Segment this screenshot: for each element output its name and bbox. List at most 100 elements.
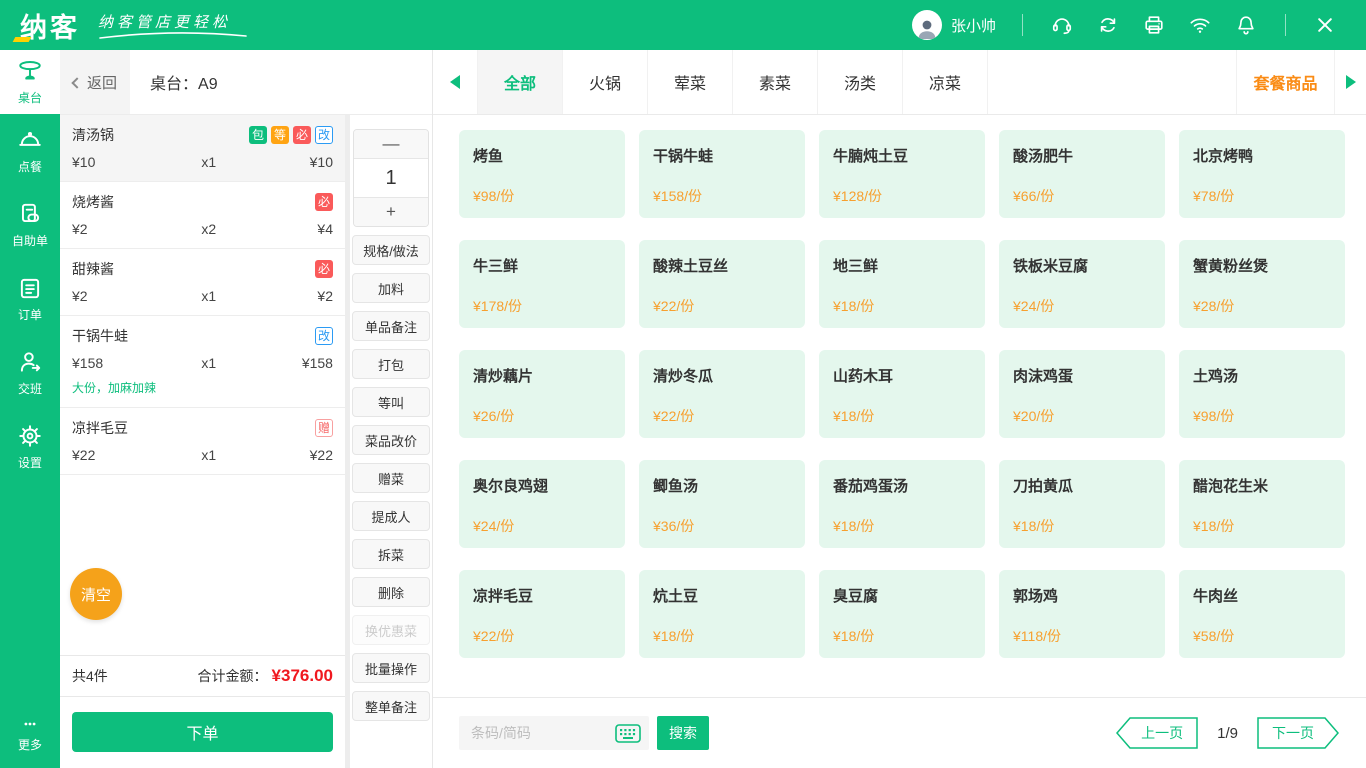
spec-method-button[interactable]: 规格/做法 (352, 235, 430, 265)
menu-item[interactable]: 番茄鸡蛋汤 ¥18/份 (819, 460, 985, 548)
keyboard-icon[interactable] (615, 724, 641, 743)
tab-hotpot[interactable]: 火锅 (562, 50, 647, 114)
sidebar: 桌台 点餐 自助单 订单 交班 设置 更多 (0, 50, 60, 768)
menu-item[interactable]: 清炒冬瓜 ¥22/份 (639, 350, 805, 438)
tab-combo[interactable]: 套餐商品 (1236, 50, 1334, 114)
menu-item[interactable]: 地三鲜 ¥18/份 (819, 240, 985, 328)
menu-item[interactable]: 烤鱼 ¥98/份 (459, 130, 625, 218)
gear-icon (19, 425, 41, 447)
quantity-value: 1 (354, 158, 428, 198)
search-button[interactable]: 搜索 (657, 716, 709, 750)
pagination: 上一页 1/9 下一页 (1115, 716, 1340, 750)
order-item[interactable]: 清汤锅 包 等 必 改 ¥10 x1 ¥10 (60, 115, 345, 182)
order-item[interactable]: 凉拌毛豆 赠 ¥22 x1 ¥22 (60, 408, 345, 475)
minus-button[interactable]: — (354, 130, 428, 158)
order-item[interactable]: 干锅牛蛙 改 ¥158 x1 ¥158 大份，加麻加辣 (60, 316, 345, 408)
split-dish-button[interactable]: 拆菜 (352, 539, 430, 569)
menu-item[interactable]: 牛三鲜 ¥178/份 (459, 240, 625, 328)
menu-item[interactable]: 酸辣土豆丝 ¥22/份 (639, 240, 805, 328)
clear-button[interactable]: 清空 (70, 568, 122, 620)
menu-item[interactable]: 鲫鱼汤 ¥36/份 (639, 460, 805, 548)
sidebar-item-shift[interactable]: 交班 (0, 336, 60, 410)
wifi-icon[interactable] (1188, 13, 1212, 37)
badge-required: 必 (292, 126, 311, 144)
item-remark-button[interactable]: 单品备注 (352, 311, 430, 341)
menu-item[interactable]: 干锅牛蛙 ¥158/份 (639, 130, 805, 218)
tab-vegetable[interactable]: 素菜 (732, 50, 817, 114)
menu-item[interactable]: 郭场鸡 ¥118/份 (999, 570, 1165, 658)
order-item[interactable]: 烧烤酱 必 ¥2 x2 ¥4 (60, 182, 345, 249)
menu-item[interactable]: 土鸡汤 ¥98/份 (1179, 350, 1345, 438)
menu-item[interactable]: 铁板米豆腐 ¥24/份 (999, 240, 1165, 328)
sidebar-item-order[interactable]: 点餐 (0, 114, 60, 188)
commission-button[interactable]: 提成人 (352, 501, 430, 531)
app-logo: 纳客 (14, 6, 80, 45)
add-ingredient-button[interactable]: 加料 (352, 273, 430, 303)
delete-button[interactable]: 删除 (352, 577, 430, 607)
menu-item[interactable]: 凉拌毛豆 ¥22/份 (459, 570, 625, 658)
submit-order-button[interactable]: 下单 (72, 712, 333, 752)
bell-icon[interactable] (1234, 13, 1258, 37)
tab-soup[interactable]: 汤类 (817, 50, 902, 114)
order-list-icon (20, 278, 40, 299)
gift-dish-button[interactable]: 赠菜 (352, 463, 430, 493)
sidebar-item-settings[interactable]: 设置 (0, 410, 60, 484)
avatar (911, 10, 942, 40)
cloche-icon (19, 131, 41, 146)
takeout-button[interactable]: 打包 (352, 349, 430, 379)
tab-cold[interactable]: 凉菜 (902, 50, 987, 114)
menu-item[interactable]: 臭豆腐 ¥18/份 (819, 570, 985, 658)
sidebar-item-more[interactable]: 更多 (0, 702, 60, 768)
menu-item[interactable]: 醋泡花生米 ¥18/份 (1179, 460, 1345, 548)
sync-icon[interactable] (1096, 13, 1120, 37)
menu-item[interactable]: 刀拍黄瓜 ¥18/份 (999, 460, 1165, 548)
slogan-swoosh (99, 31, 247, 39)
menu-item[interactable]: 炕土豆 ¥18/份 (639, 570, 805, 658)
prev-page-button[interactable]: 上一页 (1115, 716, 1199, 750)
menu-item[interactable]: 北京烤鸭 ¥78/份 (1179, 130, 1345, 218)
order-totals: 共4件 合计金额： ¥376.00 (60, 655, 345, 697)
sidebar-item-selfservice[interactable]: 自助单 (0, 188, 60, 262)
menu-item[interactable]: 牛腩炖土豆 ¥128/份 (819, 130, 985, 218)
menu-item[interactable]: 牛肉丝 ¥58/份 (1179, 570, 1345, 658)
item-count: 共4件 (72, 668, 108, 684)
order-remark-button[interactable]: 整单备注 (352, 691, 430, 721)
sidebar-item-orders[interactable]: 订单 (0, 262, 60, 336)
order-panel-header: 返回 桌台：A9 (60, 50, 432, 115)
total-amount: ¥376.00 (271, 666, 333, 685)
menu-item[interactable]: 酸汤肥牛 ¥66/份 (999, 130, 1165, 218)
badge-package: 包 (248, 126, 267, 144)
item-actions-column: — 1 + 规格/做法 加料 单品备注 打包 等叫 菜品改价 赠菜 提成人 拆菜… (350, 115, 432, 768)
back-button[interactable]: 返回 (60, 50, 130, 114)
menu-item[interactable]: 清炒藕片 ¥26/份 (459, 350, 625, 438)
menu-item[interactable]: 山药木耳 ¥18/份 (819, 350, 985, 438)
batch-operation-button[interactable]: 批量操作 (352, 653, 430, 683)
scroll-left-button[interactable] (433, 50, 477, 114)
sidebar-item-tables[interactable]: 桌台 (0, 50, 60, 114)
arrow-right-icon (1345, 75, 1356, 89)
change-price-button[interactable]: 菜品改价 (352, 425, 430, 455)
quantity-stepper: — 1 + (353, 129, 429, 227)
order-item[interactable]: 甜辣酱 必 ¥2 x1 ¥2 (60, 249, 345, 316)
topbar: 纳客 纳客管店更轻松 张小帅 (0, 0, 1366, 50)
badge-required: 必 (315, 260, 333, 278)
printer-icon[interactable] (1142, 13, 1166, 37)
category-tabbar: 全部 火锅 荤菜 素菜 汤类 凉菜 套餐商品 (433, 50, 1366, 115)
badge-required: 必 (315, 193, 333, 211)
customer-service-icon[interactable] (1050, 13, 1074, 37)
shift-change-icon (20, 352, 41, 372)
tab-all[interactable]: 全部 (477, 50, 562, 114)
user-name: 张小帅 (950, 17, 996, 35)
self-order-icon (21, 203, 40, 223)
plus-button[interactable]: + (354, 198, 428, 226)
user-chip[interactable]: 张小帅 (911, 10, 1006, 40)
menu-item[interactable]: 蟹黄粉丝煲 ¥28/份 (1179, 240, 1345, 328)
close-icon[interactable] (1313, 13, 1337, 37)
tab-meat[interactable]: 荤菜 (647, 50, 732, 114)
scroll-right-button[interactable] (1334, 50, 1366, 114)
wait-call-button[interactable]: 等叫 (352, 387, 430, 417)
menu-item[interactable]: 肉沫鸡蛋 ¥20/份 (999, 350, 1165, 438)
next-page-button[interactable]: 下一页 (1256, 716, 1340, 750)
menu-item[interactable]: 奥尔良鸡翅 ¥24/份 (459, 460, 625, 548)
more-dots-icon (24, 722, 36, 726)
